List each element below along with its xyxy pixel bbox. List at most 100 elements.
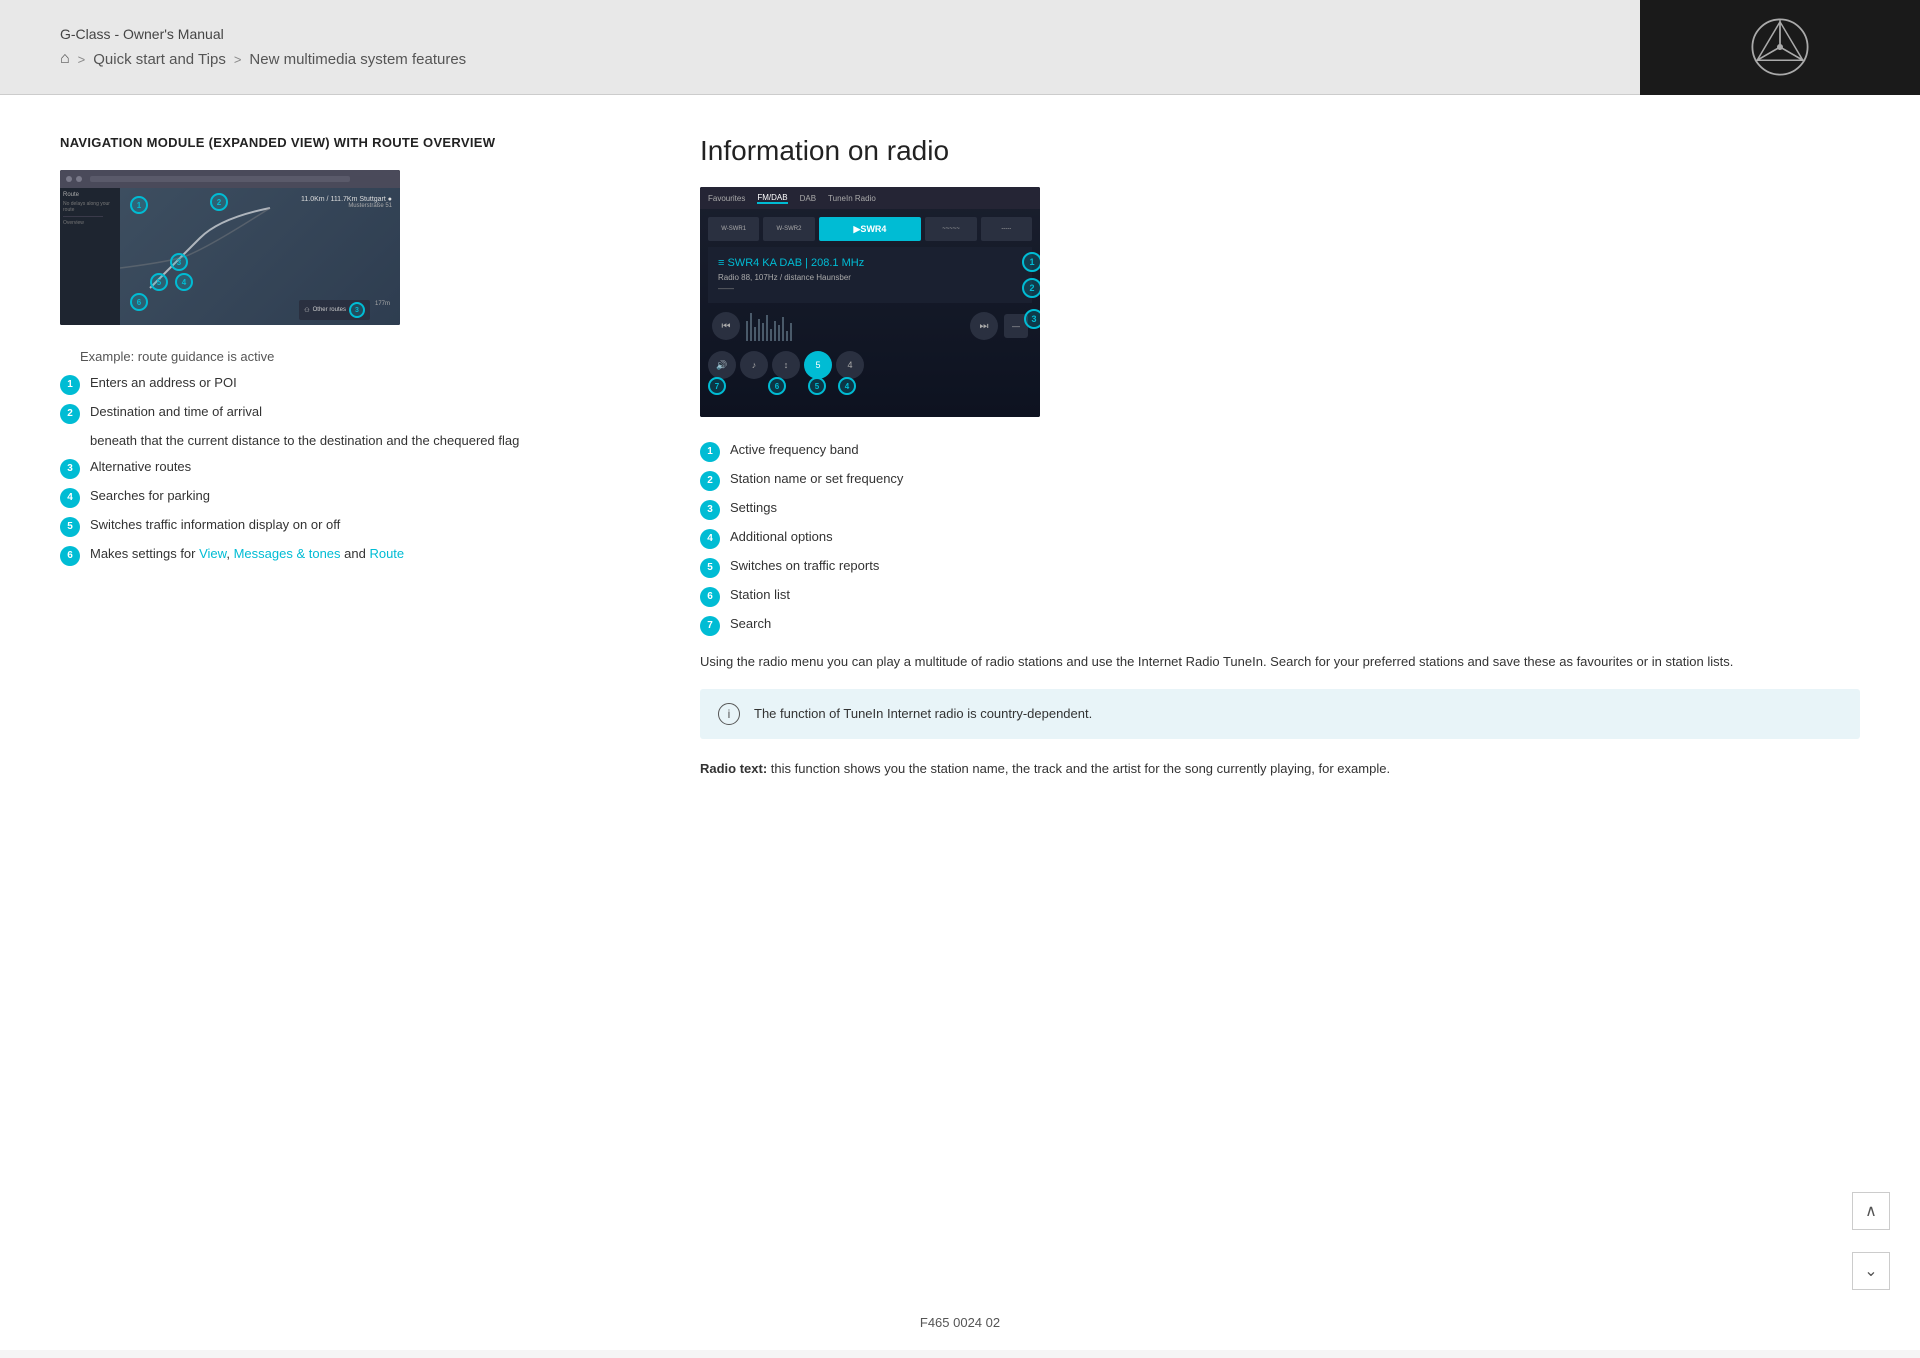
- radio-text-3: Settings: [730, 499, 1860, 517]
- tab-dab: DAB: [800, 194, 816, 203]
- link-view[interactable]: View: [199, 546, 226, 561]
- link-route[interactable]: Route: [369, 546, 404, 561]
- breadcrumb: ⌂ > Quick start and Tips > New multimedi…: [60, 50, 1580, 68]
- page-code: F465 0024 02: [920, 1315, 1000, 1330]
- radio-section-title: Information on radio: [700, 135, 1860, 167]
- nav-bar-dot-1: [66, 176, 72, 182]
- nav-section-title: NAVIGATION MODULE (EXPANDED VIEW) WITH R…: [60, 135, 620, 150]
- ctrl-next: ⏭: [970, 312, 998, 340]
- tab-fmdab: FM/DAB: [757, 193, 787, 204]
- radio-screenshot: Favourites FM/DAB DAB TuneIn Radio W-SWR…: [700, 187, 1040, 417]
- radio-text-7: Search: [730, 615, 1860, 633]
- radio-text-4: Additional options: [730, 528, 1860, 546]
- radio-station-info: ≡ SWR4 KA DAB | 208.1 MHz Radio 88, 107H…: [708, 247, 1032, 303]
- station-w-swr2: W-SWR2: [763, 217, 814, 241]
- nav-screenshot: Route No delays along your route Overvie…: [60, 170, 400, 325]
- nav-feature-6: 6 Makes settings for View, Messages & to…: [60, 545, 620, 566]
- main-content: NAVIGATION MODULE (EXPANDED VIEW) WITH R…: [0, 95, 1920, 1295]
- nav-panel-divider: [63, 216, 103, 217]
- num-badge-6: 6: [60, 546, 80, 566]
- feature-text-2: Destination and time of arrival: [90, 403, 620, 421]
- nav-time: 177m: [375, 301, 390, 307]
- feature-text-6: Makes settings for View, Messages & tone…: [90, 545, 620, 563]
- link-messages[interactable]: Messages & tones: [234, 546, 341, 561]
- home-icon[interactable]: ⌂: [60, 50, 70, 68]
- nav-marker-5: 5: [150, 273, 168, 291]
- radio-tabs: Favourites FM/DAB DAB TuneIn Radio: [700, 187, 1040, 209]
- station-detail-1: Radio 88, 107Hz / distance Haunsber: [718, 273, 1022, 282]
- radio-waveform: [746, 311, 964, 341]
- breadcrumb-sep-1: >: [78, 52, 86, 67]
- page-wrapper: G-Class - Owner's Manual ⌂ > Quick start…: [0, 0, 1920, 1350]
- nav-bar-dot-2: [76, 176, 82, 182]
- radio-text-body: this function shows you the station name…: [767, 761, 1390, 776]
- nav-feature-1: 1 Enters an address or POI: [60, 374, 620, 395]
- manual-title: G-Class - Owner's Manual: [60, 26, 1580, 42]
- feature-text-2-sub: beneath that the current distance to the…: [90, 432, 620, 450]
- radio-num-5: 5: [700, 558, 720, 578]
- radio-feature-5: 5 Switches on traffic reports: [700, 557, 1860, 578]
- radio-num-6: 6: [700, 587, 720, 607]
- tab-tunein: TuneIn Radio: [828, 194, 876, 203]
- radio-num-1: 1: [700, 442, 720, 462]
- num-badge-4: 4: [60, 488, 80, 508]
- radio-text-5: Switches on traffic reports: [730, 557, 1860, 575]
- ctrl-prev: ⏮: [712, 312, 740, 340]
- page-footer: F465 0024 02: [0, 1295, 1920, 1350]
- breadcrumb-current: New multimedia system features: [249, 51, 466, 68]
- radio-text-1: Active frequency band: [730, 441, 1860, 459]
- radio-btn-7: 🔊: [708, 351, 736, 379]
- nav-marker-6: 6: [130, 293, 148, 311]
- nav-circle-inline: 3: [349, 302, 365, 318]
- nav-panel-label: Route: [63, 192, 117, 198]
- breadcrumb-link-1[interactable]: Quick start and Tips: [93, 51, 226, 68]
- radio-circle-1: 1: [1022, 252, 1040, 272]
- radio-feature-4: 4 Additional options: [700, 528, 1860, 549]
- nav-marker-1: 1: [130, 196, 148, 214]
- nav-feature-2: 2 Destination and time of arrival: [60, 403, 620, 424]
- nav-bar-label: [90, 176, 350, 182]
- radio-description: Using the radio menu you can play a mult…: [700, 652, 1860, 673]
- radio-top-stations: W-SWR1 W-SWR2 ▶SWR4 ~~~~~ -----: [708, 217, 1032, 241]
- radio-feature-2: 2 Station name or set frequency: [700, 470, 1860, 491]
- mercedes-logo: [1750, 17, 1810, 77]
- info-box: i The function of TuneIn Internet radio …: [700, 689, 1860, 739]
- station-name: ≡ SWR4 KA DAB | 208.1 MHz: [718, 257, 1022, 269]
- num-badge-2: 2: [60, 404, 80, 424]
- right-column: Information on radio Favourites FM/DAB D…: [700, 135, 1860, 1255]
- radio-feature-7: 7 Search: [700, 615, 1860, 636]
- radio-btn-8: ♪: [740, 351, 768, 379]
- nav-feature-list: 1 Enters an address or POI 2 Destination…: [60, 374, 620, 566]
- header-logo-area: [1640, 0, 1920, 95]
- station-detail-2: ——: [718, 284, 1022, 293]
- radio-btn-active: 5: [804, 351, 832, 379]
- radio-main-area: W-SWR1 W-SWR2 ▶SWR4 ~~~~~ ----- ≡ SWR4 K…: [700, 209, 1040, 387]
- radio-circle-5: 5: [808, 377, 826, 395]
- example-text: Example: route guidance is active: [80, 349, 620, 364]
- radio-circle-2: 2: [1022, 278, 1040, 298]
- tab-favourites: Favourites: [708, 194, 745, 203]
- scroll-down-button[interactable]: ⌄: [1852, 1252, 1890, 1290]
- radio-feature-1: 1 Active frequency band: [700, 441, 1860, 462]
- num-badge-5: 5: [60, 517, 80, 537]
- station-more: -----: [981, 217, 1032, 241]
- nav-left-panel: Route No delays along your route Overvie…: [60, 188, 120, 325]
- scroll-up-button[interactable]: ∧: [1852, 1192, 1890, 1230]
- radio-num-2: 2: [700, 471, 720, 491]
- radio-circle-3: 3: [1024, 309, 1040, 329]
- nav-info: 11.0Km / 111.7Km Stuttgart ● Musterstraß…: [301, 196, 392, 209]
- breadcrumb-sep-2: >: [234, 52, 242, 67]
- left-column: NAVIGATION MODULE (EXPANDED VIEW) WITH R…: [60, 135, 620, 1255]
- num-badge-3: 3: [60, 459, 80, 479]
- nav-map: 11.0Km / 111.7Km Stuttgart ● Musterstraß…: [120, 188, 400, 325]
- nav-bar: [60, 170, 400, 188]
- radio-num-7: 7: [700, 616, 720, 636]
- nav-marker-4: 4: [175, 273, 193, 291]
- nav-bar-right: [354, 176, 394, 182]
- radio-circle-4: 4: [838, 377, 856, 395]
- station-extra: ~~~~~: [925, 217, 976, 241]
- radio-btn-10: 4: [836, 351, 864, 379]
- nav-panel-item-2: Overview: [63, 220, 117, 226]
- radio-text-2: Station name or set frequency: [730, 470, 1860, 488]
- radio-controls-row: ⏮: [708, 311, 1032, 341]
